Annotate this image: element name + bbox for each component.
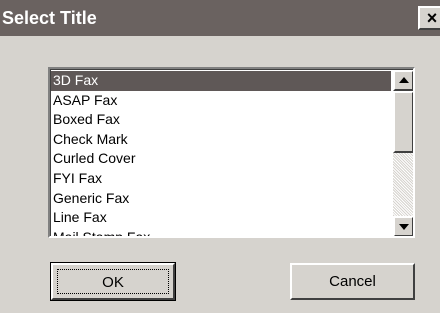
select-title-dialog: Select Title × 3D Fax ASAP Fax Boxed Fax… <box>0 0 440 313</box>
title-bar[interactable]: Select Title × <box>0 0 440 36</box>
arrow-up-icon <box>399 77 409 83</box>
list-item[interactable]: 3D Fax <box>51 71 391 91</box>
list-item[interactable]: ASAP Fax <box>51 91 391 111</box>
ok-button[interactable]: OK <box>50 262 176 301</box>
list-item[interactable]: Generic Fax <box>51 189 391 209</box>
arrow-down-icon <box>399 224 409 230</box>
cancel-button[interactable]: Cancel <box>290 263 415 300</box>
dialog-title: Select Title <box>2 8 97 28</box>
list-item[interactable]: FYI Fax <box>51 169 391 189</box>
list-item[interactable]: Mail Stamp Fax <box>51 228 391 236</box>
scroll-up-button[interactable] <box>393 70 413 91</box>
ok-button-label: OK <box>57 269 169 294</box>
close-icon: × <box>426 8 438 28</box>
title-list-items: 3D Fax ASAP Fax Boxed Fax Check Mark Cur… <box>51 71 391 236</box>
list-item[interactable]: Line Fax <box>51 208 391 228</box>
list-item[interactable]: Boxed Fax <box>51 110 391 130</box>
list-item[interactable]: Check Mark <box>51 130 391 150</box>
title-listbox[interactable]: 3D Fax ASAP Fax Boxed Fax Check Mark Cur… <box>48 67 415 238</box>
scroll-thumb[interactable] <box>393 91 413 153</box>
vertical-scrollbar[interactable] <box>393 70 413 236</box>
list-item[interactable]: Curled Cover <box>51 149 391 169</box>
close-button[interactable]: × <box>418 6 440 30</box>
scroll-down-button[interactable] <box>393 216 413 236</box>
